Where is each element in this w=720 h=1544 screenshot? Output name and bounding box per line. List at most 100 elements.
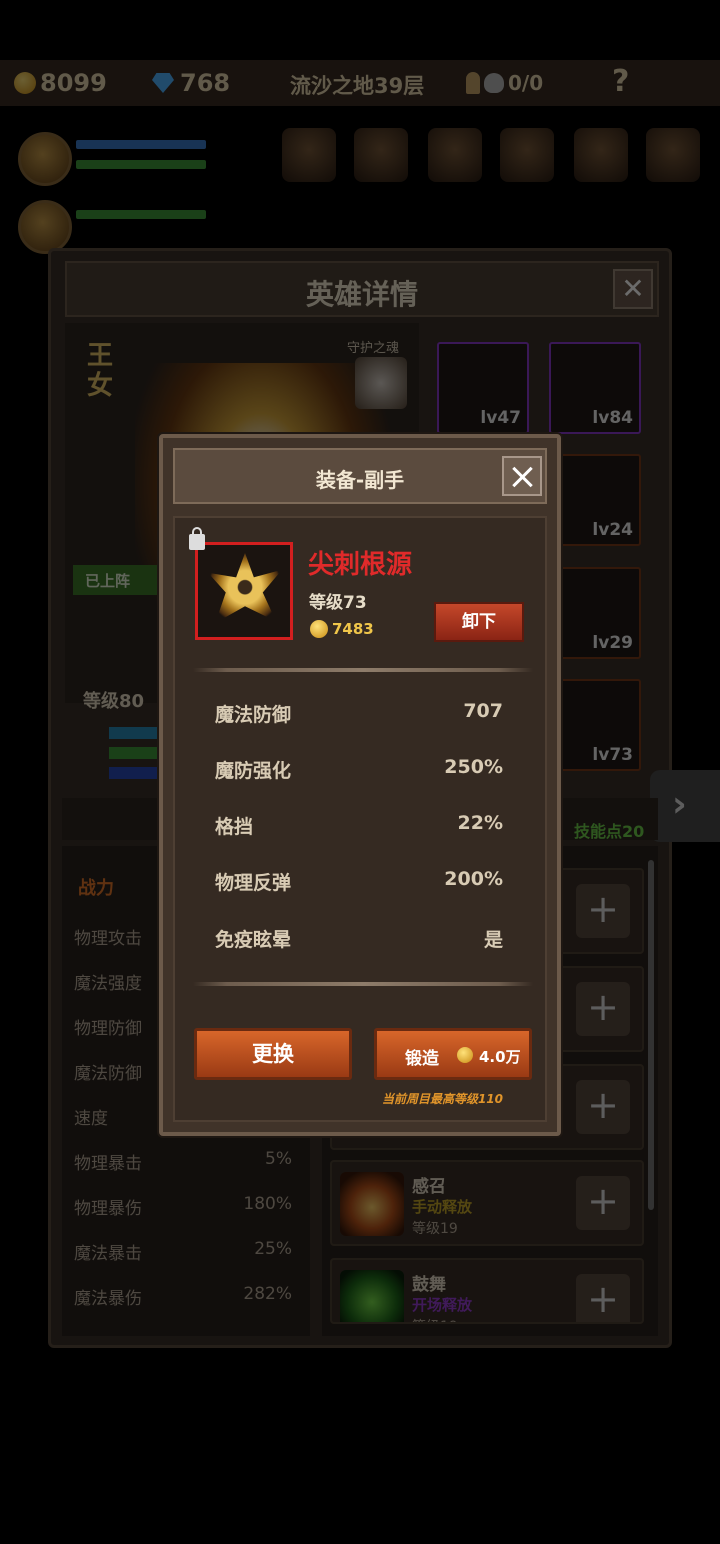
skill-upgrade-button[interactable]: + [576, 1176, 630, 1230]
hero-panel-title: 英雄详情 [305, 278, 418, 311]
spiked-shield-icon [208, 553, 282, 623]
gold-counter: 8099 [14, 68, 107, 98]
key-skull-counter: 0/0 [466, 68, 543, 98]
gem-counter: 768 [152, 68, 230, 98]
diamond-icon [152, 73, 174, 93]
equipment-level: lv84 [592, 408, 633, 428]
stat-name: 魔法强度 [74, 974, 142, 994]
skill-card: 鼓舞 开场释放 等级19 + [330, 1258, 644, 1324]
change-equipment-button[interactable]: 更换 [194, 1028, 352, 1080]
next-hero-button[interactable]: › [650, 770, 720, 842]
stat-name: 物理暴伤 [74, 1199, 142, 1219]
skill-type: 开场释放 [412, 1296, 473, 1314]
equipment-slot-offhand[interactable]: lv73 [549, 679, 641, 771]
skill-upgrade-button[interactable]: + [576, 1274, 630, 1322]
menu-icon[interactable] [574, 128, 628, 182]
attribute-value: 200% [444, 868, 503, 890]
forge-label: 锻造 [405, 1049, 439, 1069]
attribute-row: 格挡 22% [215, 812, 503, 842]
coin-icon [457, 1047, 473, 1063]
stat-name: 物理防御 [74, 1019, 142, 1039]
party-hero-mp-bar [76, 160, 206, 169]
stat-row: 魔法暴伤 282% [74, 1284, 292, 1314]
menu-icon[interactable] [500, 128, 554, 182]
gold-amount: 8099 [40, 69, 107, 97]
divider [193, 982, 533, 986]
party-hero-hp-bar [76, 140, 206, 149]
equipment-level: lv24 [592, 520, 633, 540]
stat-value: 282% [243, 1284, 292, 1304]
skill-card: 感召 手动释放 等级19 + [330, 1160, 644, 1246]
attribute-name: 格挡 [215, 816, 254, 838]
gem-amount: 768 [180, 69, 231, 97]
hero-level: 等级80 [83, 691, 145, 712]
hero-panel-close-button[interactable]: ✕ [613, 269, 653, 309]
hero-name: 王女 [87, 341, 114, 401]
party-hero-avatar[interactable] [18, 200, 72, 254]
stat-row: 物理暴击 5% [74, 1149, 292, 1179]
stat-value: 5% [265, 1149, 292, 1169]
equipment-slot-necklace[interactable]: lv84 [549, 342, 641, 434]
stat-row: 魔法暴击 25% [74, 1239, 292, 1269]
attribute-name: 魔防强化 [215, 760, 292, 782]
level-cap-note: 当前周目最高等级110 [381, 1092, 503, 1106]
skill-upgrade-button[interactable]: + [576, 884, 630, 938]
item-level: 等级73 [309, 593, 367, 613]
hero-panel-header: 英雄详情 ✕ [65, 261, 659, 317]
skill-name: 鼓舞 [412, 1275, 446, 1295]
skill-level: 等级19 [412, 1316, 458, 1322]
attribute-name: 物理反弹 [215, 872, 292, 894]
skill-level: 等级19 [412, 1221, 458, 1237]
party-hero-hp-bar [76, 210, 206, 219]
forge-button[interactable]: 锻造 4.0万 [374, 1028, 532, 1080]
menu-icon[interactable] [282, 128, 336, 182]
skill-type: 手动释放 [412, 1198, 473, 1216]
skill-points: 技能点20 [574, 822, 645, 841]
stat-value: 180% [243, 1194, 292, 1214]
attribute-value: 22% [457, 812, 503, 834]
coin-icon [14, 72, 36, 94]
stat-name: 魔法暴击 [74, 1244, 142, 1264]
attribute-row: 魔防强化 250% [215, 756, 503, 786]
skill-name: 感召 [412, 1177, 446, 1197]
floor-label: 流沙之地39层 [290, 74, 425, 98]
equipment-dialog: 装备-副手 尖刺根源 等级73 7483 卸下 魔法防御 707 魔防强化 250%… [159, 434, 561, 1136]
coin-icon [310, 620, 328, 638]
attribute-value: 是 [483, 929, 503, 951]
attribute-name: 魔法防御 [215, 704, 292, 726]
summon-skill-icon [340, 1172, 404, 1236]
unequip-button[interactable]: 卸下 [434, 602, 524, 642]
dialog-title: 装备-副手 [315, 468, 405, 492]
deployed-badge: 已上阵 [73, 565, 157, 595]
lock-icon[interactable] [189, 527, 205, 550]
dialog-header: 装备-副手 [173, 448, 547, 504]
attribute-name: 免疫眩晕 [215, 929, 292, 951]
equipment-slot-ring[interactable]: lv29 [549, 567, 641, 659]
stat-name: 物理暴击 [74, 1154, 142, 1174]
help-button[interactable]: ? [612, 64, 629, 99]
skill-upgrade-button[interactable]: + [576, 1080, 630, 1134]
skill-upgrade-button[interactable]: + [576, 982, 630, 1036]
key-icon [466, 72, 480, 94]
equipment-slot-helmet[interactable]: lv47 [437, 342, 529, 434]
menu-icon[interactable] [646, 128, 700, 182]
stat-name: 魔法防御 [74, 1064, 142, 1084]
menu-icon[interactable] [354, 128, 408, 182]
chevron-right-icon: › [672, 784, 687, 825]
key-skull-amount: 0/0 [508, 71, 544, 95]
stat-value: 25% [254, 1239, 292, 1259]
stat-name: 物理攻击 [74, 929, 142, 949]
skills-scrollbar[interactable] [648, 860, 654, 1210]
equipment-slot-boots[interactable]: lv24 [549, 454, 641, 546]
dialog-close-button[interactable] [502, 456, 542, 496]
serpent-soul-icon[interactable] [355, 357, 407, 409]
equipment-level: lv73 [592, 745, 633, 765]
equipment-level: lv29 [592, 633, 633, 653]
stat-row: 物理暴伤 180% [74, 1194, 292, 1224]
attribute-value: 707 [463, 700, 503, 722]
party-hero-avatar[interactable] [18, 132, 72, 186]
divider [193, 668, 533, 672]
menu-icon[interactable] [428, 128, 482, 182]
soul-label: 守护之魂 [347, 341, 400, 356]
attribute-value: 250% [444, 756, 503, 778]
